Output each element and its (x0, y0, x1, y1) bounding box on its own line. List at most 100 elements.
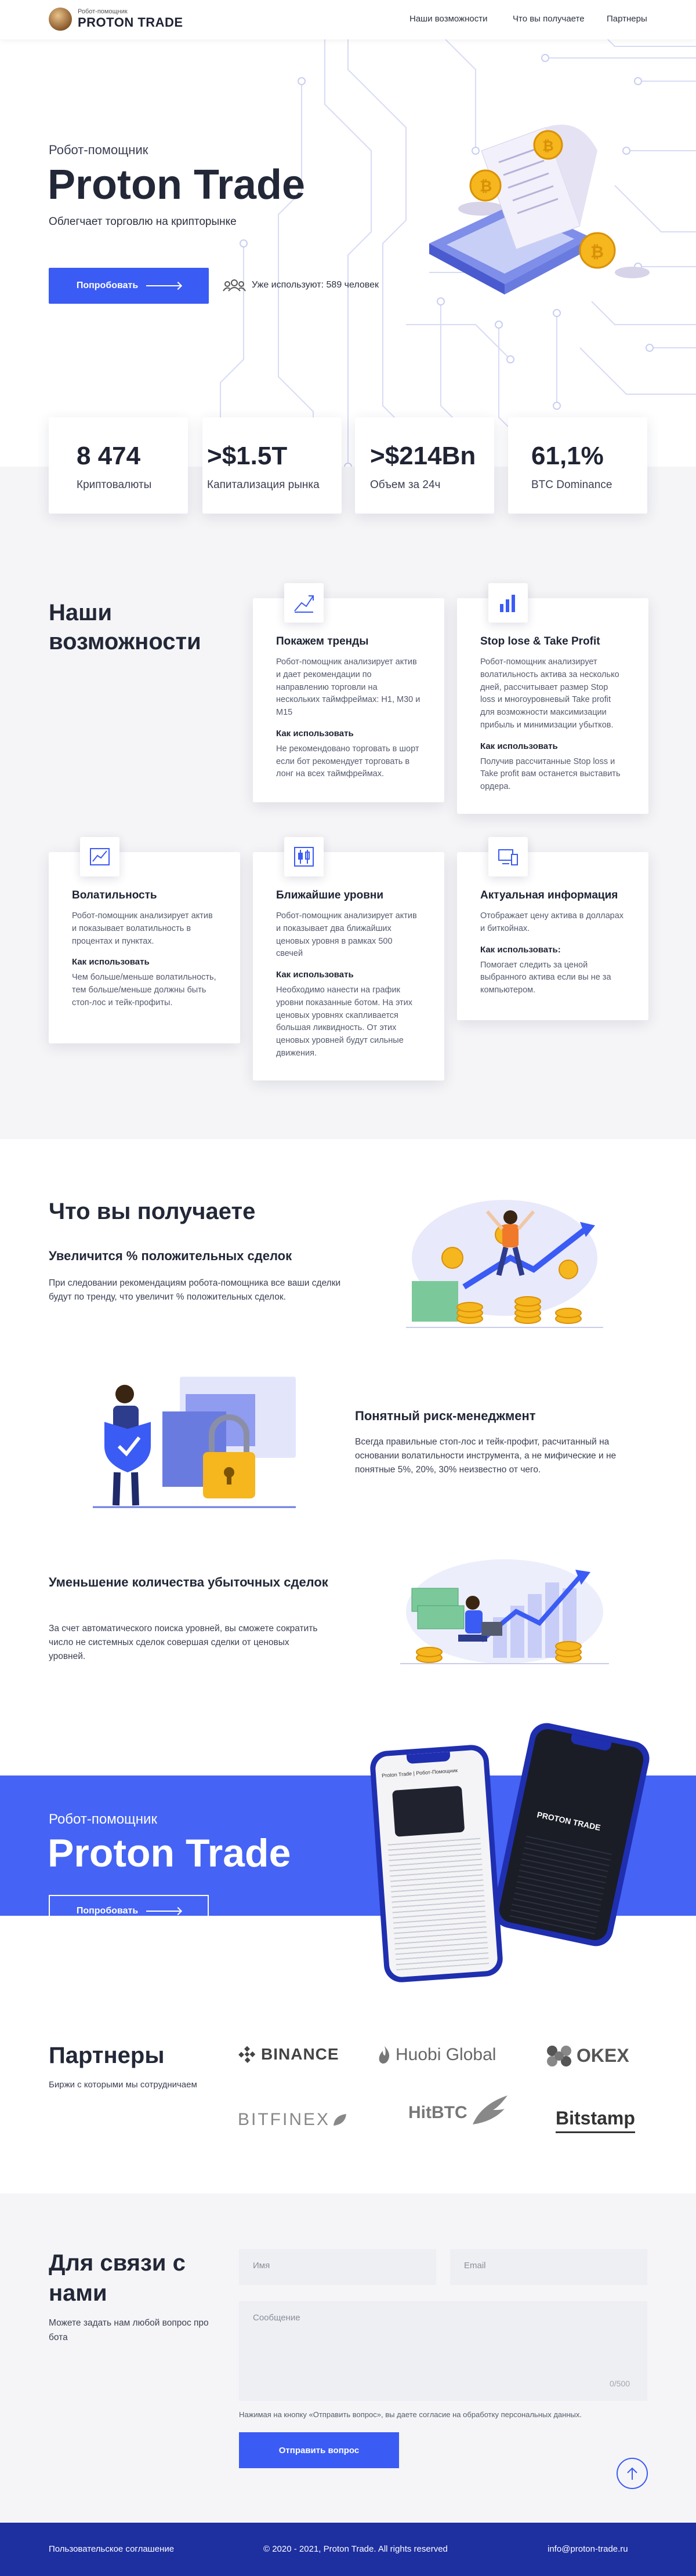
footer-agreement-link[interactable]: Пользовательское соглашение (49, 2544, 174, 2554)
benefits-title: Что вы получаете (49, 1199, 256, 1224)
partner-logo-huobi[interactable]: Huobi Global (377, 2045, 496, 2065)
stat-label: Криптовалюты (77, 479, 152, 491)
feature-text: Робот-помощник анализирует волатильность… (480, 657, 619, 730)
svg-text:₿: ₿ (480, 177, 492, 195)
bitfinex-leaf-icon (334, 2114, 347, 2126)
features-title: Наши возможности (49, 600, 201, 654)
banner-cta-label: Попробовать (76, 1906, 139, 1916)
hero-subtitle: Облегчает торговлю на крипторынке (49, 216, 237, 228)
arrow-up-icon (627, 2467, 637, 2480)
stat-value: >$1.5T (207, 442, 288, 470)
hero-cta-button[interactable]: Попробовать (49, 268, 209, 304)
svg-text:₿: ₿ (590, 243, 604, 261)
logo-big-text: PROTON TRADE (78, 15, 183, 30)
nav-link-benefits[interactable]: Что вы получаете (513, 14, 585, 24)
header: Робот-помощник PROTON TRADE Наши возможн… (0, 0, 696, 39)
stat-card-cryptocurrencies: 8 474 Криптовалюты (49, 417, 188, 514)
feature-text: Робот-помощник анализирует актив и дает … (276, 657, 420, 717)
banner-title: Proton Trade (48, 1831, 291, 1875)
benefit-text: Всегда правильные стоп-лос и тейк-профит… (355, 1437, 617, 1475)
message-counter: 0/500 (609, 2379, 630, 2388)
partner-logo-bitfinex[interactable]: BITFINEX (238, 2110, 347, 2130)
feature-title: Актуальная информация (480, 889, 618, 901)
benefit-title: Уменьшение количества убыточных сделок (49, 1575, 328, 1589)
phone-header-text: Proton Trade | Робот-Помощник (381, 1767, 458, 1779)
logo-emblem (49, 8, 72, 31)
name-field-placeholder: Имя (253, 2261, 270, 2271)
stat-value: 61,1% (531, 442, 604, 470)
banner-cta-button[interactable]: Попробовать (49, 1895, 209, 1927)
huobi-flame-icon (379, 2046, 390, 2064)
feature-how-text: Получив рассчитанные Stop loss и Take pr… (480, 756, 621, 792)
arrow-right-icon (146, 285, 182, 286)
partner-name: HitBTC (408, 2103, 467, 2122)
banner-kicker: Робот-помощник (49, 1811, 157, 1827)
partner-logo-binance[interactable]: BINANCE (238, 2045, 339, 2064)
feature-text: Робот-помощник анализирует актив и показ… (72, 911, 213, 946)
benefit-title: Понятный риск-менеджмент (355, 1409, 536, 1423)
scroll-top-button[interactable] (617, 2458, 648, 2489)
message-field-placeholder: Сообщение (253, 2313, 300, 2323)
stat-label: Капитализация рынка (207, 479, 320, 491)
nav-link-features[interactable]: Наши возможности (409, 14, 488, 24)
consent-text: Нажимая на кнопку «Отправить вопрос», вы… (239, 2410, 582, 2419)
name-field[interactable]: Имя (239, 2249, 436, 2285)
feature-how-label: Как использовать (72, 957, 150, 967)
stat-card-volume: >$214Bn Объем за 24ч (355, 417, 494, 514)
feature-how-label: Как использовать: (480, 944, 561, 955)
feature-how-text: Помогает следить за ценой выбранного акт… (480, 960, 611, 995)
arrow-right-icon (146, 1911, 182, 1912)
partner-name: Huobi Global (396, 2045, 496, 2064)
stat-label: Объем за 24ч (370, 479, 441, 491)
feature-how-text: Чем больше/меньше волатильность, тем бол… (72, 973, 216, 1007)
partner-logo-bitstamp[interactable]: Bitstamp (556, 2108, 635, 2133)
email-field[interactable]: Email (450, 2249, 647, 2285)
feature-card-trends: Покажем тренды Робот-помощник анализируе… (253, 583, 444, 802)
partner-logo-hitbtc[interactable]: HitBTC (408, 2093, 510, 2127)
feature-title: Волатильность (72, 889, 157, 901)
feature-how-text: Необходимо нанести на график уровни пока… (276, 985, 413, 1058)
okex-icon (547, 2046, 571, 2066)
users-count: Уже используют: 589 человек (223, 278, 379, 292)
message-field[interactable]: Сообщение 0/500 (239, 2301, 647, 2401)
footer-copyright: © 2020 - 2021, Proton Trade. All rights … (263, 2544, 448, 2554)
candles-icon (284, 837, 324, 876)
contact-title: Для связи с нами (49, 2250, 186, 2306)
feature-title: Покажем тренды (276, 635, 369, 647)
devices-icon (488, 837, 528, 876)
stat-label: BTC Dominance (531, 479, 612, 491)
hitbtc-wings-icon (472, 2095, 507, 2124)
submit-label: Отправить вопрос (278, 2445, 360, 2455)
hero-cta-label: Попробовать (76, 281, 139, 290)
feature-how-label: Как использовать (276, 728, 354, 738)
binance-icon (238, 2046, 256, 2063)
users-count-text: Уже используют: 589 человек (252, 280, 379, 290)
logo[interactable]: Робот-помощник PROTON TRADE (49, 8, 183, 31)
partner-name: Bitstamp (556, 2108, 635, 2129)
feature-card-info: Актуальная информация Отображает цену ак… (457, 837, 648, 1020)
bar-chart-icon (488, 583, 528, 623)
feature-card-levels: Ближайшие уровни Робот-помощник анализир… (253, 837, 444, 1080)
success-illustration (406, 1200, 603, 1328)
footer-email-link[interactable]: info@proton-trade.ru (548, 2544, 628, 2554)
submit-button[interactable]: Отправить вопрос (239, 2432, 399, 2468)
hero-kicker: Робот-помощник (49, 143, 148, 157)
phone-light: Proton Trade | Робот-Помощник (369, 1744, 504, 1984)
feature-how-label: Как использовать (276, 970, 354, 980)
benefit-text: При следовании рекомендациям робота-помо… (49, 1278, 341, 1302)
security-illustration (93, 1377, 296, 1508)
feature-text: Робот-помощник анализирует актив и показ… (276, 911, 417, 959)
stat-card-market-cap: >$1.5T Капитализация рынка (202, 417, 342, 514)
analytics-illustration (400, 1559, 609, 1664)
trend-chart-icon (284, 583, 324, 623)
users-icon (223, 279, 246, 292)
svg-text:₿: ₿ (542, 139, 554, 154)
email-field-placeholder: Email (464, 2261, 486, 2271)
partners-title: Партнеры (49, 2043, 165, 2068)
partners-subtitle: Биржи с которыми мы сотрудничаем (49, 2080, 197, 2090)
stat-value: 8 474 (77, 442, 141, 470)
partner-name: BINANCE (261, 2045, 339, 2063)
nav-link-partners[interactable]: Партнеры (607, 14, 647, 24)
feature-title: Stop lose & Take Profit (480, 635, 600, 647)
partner-logo-okex[interactable]: OKEX (545, 2044, 629, 2067)
